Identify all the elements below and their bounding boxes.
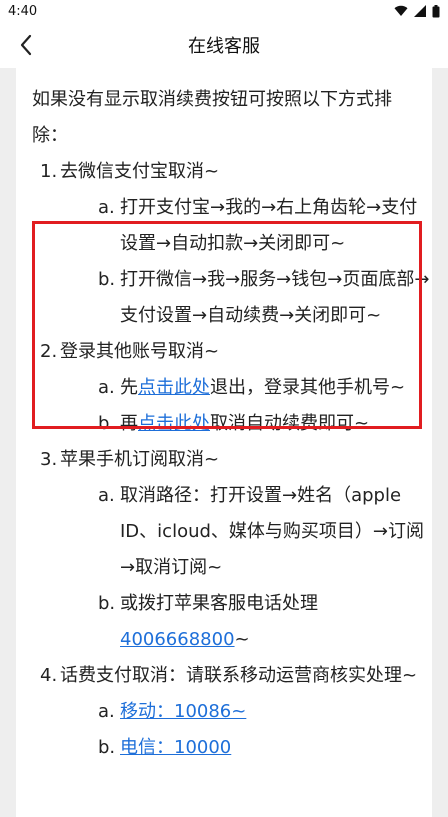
step-item: a. 打开支付宝→我的→右上角齿轮→支付设置→自动扣款→关闭即可~ xyxy=(16,190,432,262)
step-label: b. xyxy=(98,593,116,614)
section-number: 3. xyxy=(40,449,58,470)
step-item: b. 或拨打苹果客服电话处理 4006668800~ xyxy=(16,586,432,658)
apple-phone-link[interactable]: 4006668800 xyxy=(120,629,235,650)
section-title: 登录其他账号取消~ xyxy=(60,341,220,362)
status-time: 4:40 xyxy=(8,3,38,19)
section-title: 苹果手机订阅取消~ xyxy=(60,449,220,470)
section-number: 1. xyxy=(40,161,58,182)
section-3: 3. 苹果手机订阅取消~ xyxy=(16,442,432,478)
step-label: a. xyxy=(98,485,115,506)
status-icons xyxy=(394,4,440,18)
step-item: b. 打开微信→我→服务→钱包→页面底部→支付设置→自动续费→关闭即可~ xyxy=(16,262,432,334)
step-label: a. xyxy=(98,197,115,218)
logout-link[interactable]: 点击此处 xyxy=(138,377,210,398)
section-1: 1. 去微信支付宝取消~ xyxy=(16,154,432,190)
step-text: 打开微信→我→服务→钱包→页面底部→支付设置→自动续费→关闭即可~ xyxy=(120,269,430,326)
step-text-before: 先 xyxy=(120,377,138,398)
step-item: a. 移动：10086~ xyxy=(16,694,432,730)
section-title: 话费支付取消：请联系移动运营商核实处理~ xyxy=(60,665,418,686)
phone-suffix: ~ xyxy=(234,629,250,650)
page-title: 在线客服 xyxy=(188,36,260,57)
section-number: 2. xyxy=(40,341,58,362)
step-item: a. 取消路径：打开设置→姓名（apple ID、icloud、媒体与购买项目）… xyxy=(16,478,432,586)
section-number: 4. xyxy=(40,665,58,686)
wifi-icon xyxy=(394,5,408,17)
back-button[interactable] xyxy=(12,31,40,59)
step-label: a. xyxy=(98,377,115,398)
signal-icon xyxy=(414,5,426,17)
step-item: a. 先点击此处退出，登录其他手机号~ xyxy=(16,370,432,406)
step-item: b. 再点击此处取消自动续费即可~ xyxy=(16,406,432,442)
step-text: 取消路径：打开设置→姓名（apple ID、icloud、媒体与购买项目）→订阅… xyxy=(120,485,424,578)
mobile-phone-link[interactable]: 移动：10086~ xyxy=(120,701,246,722)
step-item: b. 电信：10000 xyxy=(16,730,432,766)
help-article: 如果没有显示取消续费按钮可按照以下方式排除： 1. 去微信支付宝取消~ a. 打… xyxy=(16,68,432,817)
battery-icon xyxy=(432,4,440,17)
section-title: 去微信支付宝取消~ xyxy=(60,161,220,182)
step-label: b. xyxy=(98,269,116,290)
status-bar: 4:40 xyxy=(0,0,448,22)
step-text-before: 再 xyxy=(120,413,138,434)
chevron-left-icon xyxy=(20,34,32,56)
step-label: b. xyxy=(98,737,116,758)
content-area[interactable]: 如果没有显示取消续费按钮可按照以下方式排除： 1. 去微信支付宝取消~ a. 打… xyxy=(0,68,448,817)
step-label: b. xyxy=(98,413,116,434)
section-4: 4. 话费支付取消：请联系移动运营商核实处理~ xyxy=(16,658,432,694)
step-text: 打开支付宝→我的→右上角齿轮→支付设置→自动扣款→关闭即可~ xyxy=(120,197,418,254)
step-text-after: 退出，登录其他手机号~ xyxy=(210,377,406,398)
nav-bar: 在线客服 xyxy=(0,22,448,68)
step-text: 或拨打苹果客服电话处理 xyxy=(120,593,318,614)
cancel-renewal-link[interactable]: 点击此处 xyxy=(138,413,210,434)
step-label: a. xyxy=(98,701,115,722)
step-text-after: 取消自动续费即可~ xyxy=(210,413,370,434)
telecom-phone-link[interactable]: 电信：10000 xyxy=(120,737,231,758)
section-2: 2. 登录其他账号取消~ xyxy=(16,334,432,370)
intro-text: 如果没有显示取消续费按钮可按照以下方式排除： xyxy=(32,89,392,146)
